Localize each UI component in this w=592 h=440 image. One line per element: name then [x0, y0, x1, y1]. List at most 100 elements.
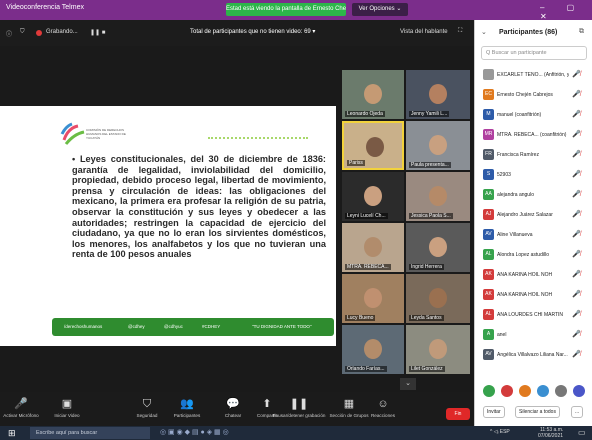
- toolbar-button[interactable]: ☺ Reacciones: [356, 396, 410, 418]
- panel-header: ⌄ Participantes (86) ⧉: [475, 20, 592, 44]
- participants-panel: ⌄ Participantes (86) ⧉ Q Buscar un parti…: [474, 20, 592, 426]
- participant-face: [366, 137, 384, 157]
- participant-row[interactable]: FR Francisca Ramírez 🎤̸: [481, 148, 591, 162]
- participant-name: MTRA. REBECA... (coanfitrión): [497, 132, 567, 138]
- toolbar-button-label: Seguridad: [136, 413, 158, 418]
- toolbar-button-label: Activar Micrófono: [3, 413, 39, 418]
- participant-row[interactable]: AK ANA KARINA HOIL NOH 🎤̸: [481, 268, 591, 282]
- video-tile-name: MTRA. REBECA...: [345, 264, 391, 270]
- more-button[interactable]: ...: [571, 406, 584, 418]
- end-meeting-button[interactable]: Fin: [446, 408, 470, 420]
- video-tile[interactable]: Leyni Lucelí Ch...: [342, 172, 404, 221]
- windows-taskbar: ⊞ Escribe aquí para buscar ◎ ▣ ◉ ◆ ▤ ● ◈…: [0, 426, 592, 440]
- video-tile[interactable]: Leonardo Ojeda: [342, 70, 404, 119]
- video-tile[interactable]: Jessica Paola S...: [406, 172, 470, 221]
- mic-muted-icon: 🎤̸: [572, 171, 581, 178]
- recording-status: Grabando...: [46, 29, 78, 35]
- mic-muted-icon: 🎤̸: [572, 291, 581, 298]
- reaction-faster-icon[interactable]: [537, 385, 549, 397]
- participant-row[interactable]: AA alejandra angulo 🎤̸: [481, 188, 591, 202]
- video-tile-name: Leonardo Ojeda: [345, 111, 385, 117]
- taskbar-search-input[interactable]: Escribe aquí para buscar: [30, 427, 150, 439]
- participant-face: [429, 186, 447, 206]
- video-tile[interactable]: Leyda Santos: [406, 274, 470, 323]
- participant-name: ANA KARINA HOIL NOH: [497, 272, 553, 278]
- window-title: Videoconferencia Telmex: [6, 4, 84, 11]
- chevron-down-icon[interactable]: ⌄: [481, 28, 487, 36]
- reaction-icon: ☺: [377, 398, 389, 410]
- participant-row[interactable]: MR MTRA. REBECA... (coanfitrión) 🎤̸: [481, 128, 591, 142]
- toolbar-button-label: Reacciones: [370, 413, 395, 418]
- participant-row[interactable]: S 52903 🎤̸: [481, 168, 591, 182]
- window-controls[interactable]: – ▢ ✕: [540, 3, 592, 21]
- mic-muted-icon: 🎤̸: [572, 251, 581, 258]
- reaction-slower-icon[interactable]: [519, 385, 531, 397]
- reaction-yes-icon[interactable]: [483, 385, 495, 397]
- participant-row[interactable]: AV Angélica Villalvazo Liliana Nar... 🎤̸: [481, 348, 591, 362]
- participant-row[interactable]: AL ANA LOURDES CHI MARTIN 🎤̸: [481, 308, 591, 322]
- participant-row[interactable]: AV Aline Villanueva 🎤̸: [481, 228, 591, 242]
- participant-row[interactable]: Aanel 🎤̸: [481, 328, 591, 342]
- reaction-more-icon[interactable]: [555, 385, 567, 397]
- toolbar-button[interactable]: ▣ Iniciar Video: [40, 396, 94, 418]
- taskbar-apps-icon[interactable]: ◎ ▣ ◉ ◆ ▤ ● ◈ ▦ ◎: [160, 428, 229, 436]
- reaction-no-icon[interactable]: [501, 385, 513, 397]
- recording-icon: [36, 30, 42, 36]
- video-tile-name: Jessica Paola S...: [409, 213, 453, 219]
- participant-row[interactable]: Mmanuel (coanfitrión) 🎤̸: [481, 108, 591, 122]
- participant-row[interactable]: AJ Alejandro Juárez Salazar 🎤̸: [481, 208, 591, 222]
- footer-facebook: /derechoshumanos: [64, 324, 103, 329]
- video-tile-name: Paula presenta...: [409, 162, 451, 168]
- mute-all-button[interactable]: Silenciar a todos: [515, 406, 560, 418]
- participant-row[interactable]: AL Alondra Lopez astudillo 🎤̸: [481, 248, 591, 262]
- participant-row[interactable]: AK ANA KARINA HOIL NOH 🎤̸: [481, 288, 591, 302]
- participant-search-input[interactable]: Q Buscar un participante: [481, 46, 587, 60]
- info-icon[interactable]: ⓘ: [6, 29, 12, 38]
- video-tile-name: Leyni Lucelí Ch...: [345, 213, 388, 219]
- avatar: M: [483, 109, 494, 120]
- mic-muted-icon: 🎤̸: [572, 331, 581, 338]
- video-tile[interactable]: Paula presenta...: [406, 121, 470, 170]
- pause-record-icon[interactable]: ❚❚ ■: [90, 29, 105, 36]
- video-tile[interactable]: Lilet González: [406, 325, 470, 374]
- reaction-raise-icon[interactable]: [573, 385, 585, 397]
- avatar: S: [483, 169, 494, 180]
- participant-face: [429, 237, 447, 257]
- mic-muted-icon: 🎤̸: [572, 151, 581, 158]
- video-tile[interactable]: Jenny Yamili L...: [406, 70, 470, 119]
- toolbar-button-label: Participantes: [173, 413, 201, 418]
- participant-name: Alejandro Juárez Salazar: [497, 212, 553, 218]
- system-tray[interactable]: ^ ◁ᵢ ESP: [490, 429, 510, 435]
- video-tile[interactable]: Ingrid Herrera: [406, 223, 470, 272]
- reaction-bar: [479, 382, 589, 400]
- notifications-icon[interactable]: ▭: [578, 428, 586, 437]
- toolbar-button-label: Pausar/detener grabación: [272, 413, 326, 418]
- shared-slide: COMISIÓN DE DERECHOS HUMANOS DEL ESTADO …: [0, 106, 336, 346]
- participant-name: 52903: [497, 172, 511, 178]
- participant-row[interactable]: EXCARLET TENO... (Anfitrión, yo) 🎤̸: [481, 68, 591, 82]
- windows-start-icon[interactable]: ⊞: [8, 428, 16, 439]
- shield-icon[interactable]: ⛉: [20, 29, 25, 36]
- speaker-view-button[interactable]: Vista del hablante: [400, 29, 448, 35]
- clock-date: 07/06/2021: [538, 433, 564, 439]
- slide-divider: [208, 137, 308, 139]
- chevron-down-icon[interactable]: ⌄: [400, 378, 416, 390]
- participant-total[interactable]: Total de participantes que no tienen vid…: [190, 28, 315, 35]
- toolbar-button[interactable]: ❚❚ Pausar/detener grabación: [272, 396, 326, 418]
- toolbar-button-label: Chatear: [224, 413, 242, 418]
- participant-row[interactable]: EC Ernesto Chején Cabrejos 🎤̸: [481, 88, 591, 102]
- participant-name: Angélica Villalvazo Liliana Nar...: [497, 352, 568, 358]
- popout-icon[interactable]: ⧉: [579, 28, 584, 36]
- video-tile[interactable]: Orlando Farías...: [342, 325, 404, 374]
- video-tile[interactable]: Lucy Bueno: [342, 274, 404, 323]
- invite-button[interactable]: Invitar: [483, 406, 505, 418]
- video-tile-name: Pariss: [347, 160, 365, 166]
- video-tile[interactable]: MTRA. REBECA...: [342, 223, 404, 272]
- video-tile-name: Lilet González: [409, 366, 445, 372]
- participant-face: [364, 339, 382, 359]
- video-tile[interactable]: Pariss: [342, 121, 404, 170]
- participant-name: manuel (coanfitrión): [497, 112, 542, 118]
- video-off-icon: ▣: [61, 398, 73, 410]
- view-options-button[interactable]: Ver Opciones ⌄: [352, 3, 408, 16]
- fullscreen-icon[interactable]: ⛶: [458, 28, 462, 35]
